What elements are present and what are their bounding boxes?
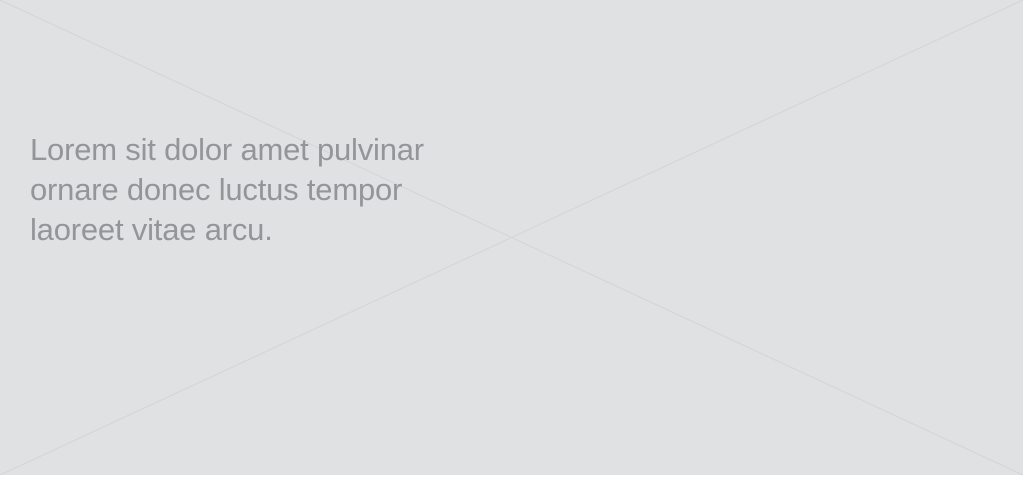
caption-line: laoreet vitae arcu. (30, 212, 273, 247)
placeholder-caption: Lorem sit dolor amet pulvinar ornare don… (30, 130, 500, 250)
image-placeholder: Lorem sit dolor amet pulvinar ornare don… (0, 0, 1023, 475)
caption-line: ornare donec luctus tempor (30, 172, 403, 207)
caption-line: Lorem sit dolor amet pulvinar (30, 132, 424, 167)
